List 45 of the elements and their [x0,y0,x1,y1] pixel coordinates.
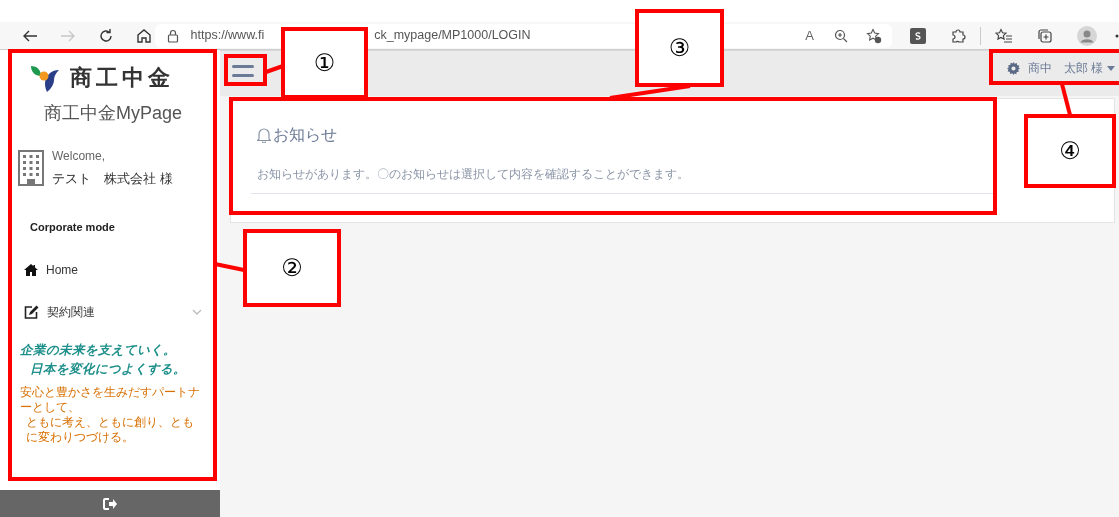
tagline-text: 安心と豊かさを生みだすパートナーとして、 [20,385,200,415]
welcome-text: Welcome, [52,148,107,165]
slogan-text: 企業の未来を支えていく。 [20,342,177,359]
favorites-icon[interactable] [995,27,1013,44]
add-favorite-icon[interactable] [866,27,882,44]
leader-line [1060,83,1072,116]
url-text: ck_mypage/MP1000/LOGIN [374,27,531,45]
zoom-icon[interactable] [834,28,848,43]
lock-icon [166,28,179,43]
bell-icon [257,127,271,143]
nav-item[interactable]: 契約関連 [0,291,220,333]
more-icon[interactable] [1115,33,1119,38]
puzzle-icon[interactable] [950,27,966,44]
home-icon [24,264,38,276]
url-text: https://www.fi [190,27,265,45]
slogan-text: 日本を変化につよくする。 [29,361,187,378]
nav-item[interactable]: Home [0,249,220,291]
notice-title: お知らせ [273,125,337,145]
caret-icon [1107,65,1115,71]
read-aloud-icon[interactable]: A [805,25,814,46]
highlight-frame [224,54,267,86]
home-icon[interactable] [136,27,152,44]
tagline-text: ともに考え、ともに創り、ともに変わりつづける。 [25,415,195,445]
company-name: テスト 株式会社 様 [52,170,173,188]
callout-label: ③ [635,9,724,87]
callout-label: ④ [1024,114,1116,188]
building-icon [18,149,44,186]
site-title: 商工中金MyPage [43,102,184,125]
settings-icon[interactable] [1006,61,1020,75]
callout-label: ② [243,229,341,307]
leader-line [214,262,245,272]
leader-line [265,64,284,74]
collections-icon[interactable] [1037,27,1053,44]
edit-icon [24,305,39,319]
mode-label: Corporate mode [29,219,116,235]
callout-label: ① [281,27,368,99]
extension-icon[interactable] [910,27,926,44]
menu-icon[interactable] [232,65,254,77]
profile-avatar-icon[interactable] [1077,25,1097,46]
notice-message: お知らせがあります。〇のお知らせは選択して内容を確認することができます。 [257,168,689,180]
brand-name: 商工中金 [70,64,174,92]
logo-icon [30,63,60,92]
user-menu[interactable]: 商中 太郎 様 [1027,59,1115,77]
logout-icon [102,496,118,511]
reload-icon[interactable] [98,27,114,44]
